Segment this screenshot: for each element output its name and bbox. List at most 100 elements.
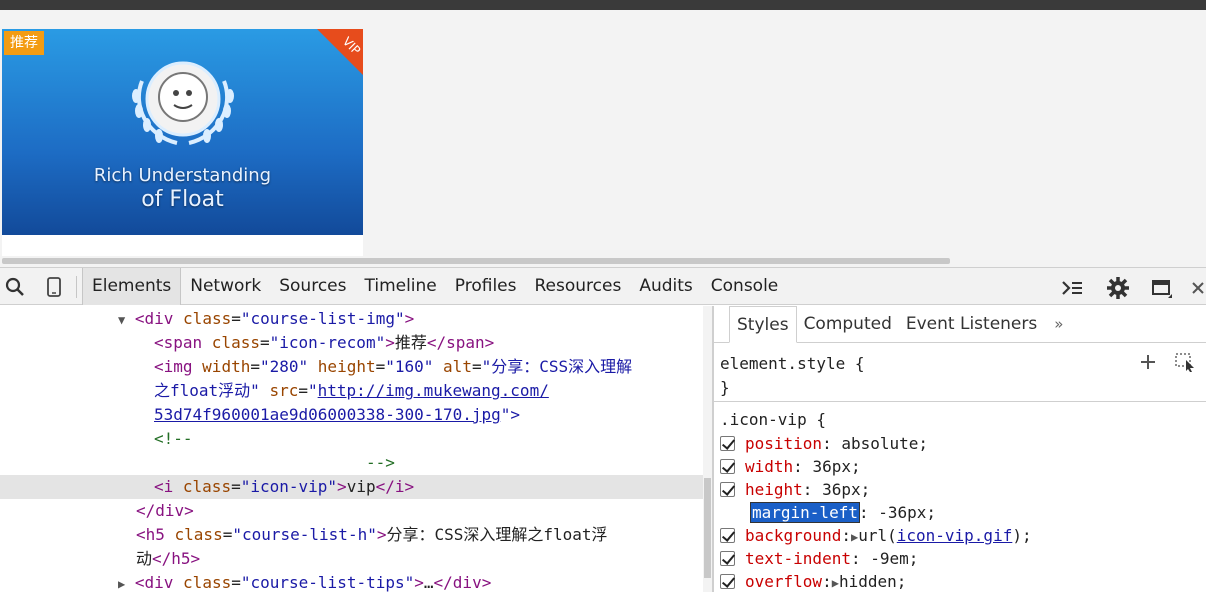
dock-side-icon[interactable] — [1150, 276, 1174, 300]
expand-shorthand-icon[interactable]: ▶ — [832, 576, 839, 590]
property-value[interactable]: 36px; — [803, 457, 860, 476]
show-drawer-icon[interactable] — [1060, 276, 1084, 300]
node-text: 动 — [136, 549, 153, 568]
dom-node-comment[interactable]: <!-- — [0, 427, 703, 451]
tab-profiles[interactable]: Profiles — [446, 268, 526, 305]
tab-network[interactable]: Network — [181, 268, 270, 305]
elements-vertical-scrollbar[interactable] — [703, 306, 712, 592]
tag-close: > — [414, 573, 424, 592]
attr-name: class — [211, 333, 260, 352]
css-property-row[interactable]: position: absolute; — [720, 432, 928, 455]
scrollbar-thumb[interactable] — [2, 258, 950, 264]
property-name[interactable]: overflow — [745, 572, 822, 591]
tag-close: > — [385, 333, 395, 352]
src-link[interactable]: http://img.mukewang.com/ — [318, 381, 549, 400]
attr-value: "280" — [259, 357, 309, 376]
dom-node-h5[interactable]: <h5 class="course-list-h">分享：CSS深入理解之flo… — [0, 523, 703, 547]
attr-name: alt — [443, 357, 472, 376]
devtools-tabs: Elements Network Sources Timeline Profil… — [82, 268, 787, 305]
expand-triangle-icon[interactable]: ▶ — [118, 577, 125, 591]
property-checkbox[interactable] — [720, 459, 735, 474]
device-mode-icon[interactable] — [43, 276, 65, 298]
property-checkbox[interactable] — [720, 482, 735, 497]
attr-value: "icon-recom" — [269, 333, 386, 352]
scrollbar-thumb[interactable] — [704, 478, 711, 578]
attr-eq: = — [231, 573, 241, 592]
property-value[interactable]: absolute; — [832, 434, 928, 453]
property-value[interactable]: 36px; — [812, 480, 870, 499]
attr-value: "分享：CSS深入理解 — [481, 357, 633, 376]
property-name[interactable]: height — [745, 480, 803, 499]
node-text: vip — [346, 477, 376, 496]
dom-node-comment-end: --> — [0, 451, 703, 475]
tab-resources[interactable]: Resources — [526, 268, 631, 305]
devtools-panel: Elements Network Sources Timeline Profil… — [0, 267, 1206, 592]
property-checkbox[interactable] — [720, 436, 735, 451]
page-horizontal-scrollbar[interactable] — [0, 257, 1206, 266]
dom-node-i-icon-vip[interactable]: <i class="icon-vip">vip</i> — [0, 475, 703, 499]
element-style-selector[interactable]: element.style { — [720, 352, 865, 375]
css-property-row[interactable]: overflow:▶hidden; — [720, 570, 906, 592]
css-property-row[interactable]: background:▶url(icon-vip.gif); — [720, 524, 1032, 547]
property-checkbox[interactable] — [720, 528, 735, 543]
property-value: ); — [1012, 526, 1032, 545]
property-checkbox[interactable] — [720, 551, 735, 566]
attr-value: "course-list-tips" — [240, 573, 415, 592]
attr-name: class — [174, 525, 223, 544]
dom-node-div-course-list-img[interactable]: ▼ <div class="course-list-img"> — [0, 307, 703, 331]
rule-selector[interactable]: .icon-vip { — [720, 408, 826, 431]
dom-node-img-cont2: 53d74f960001ae9d06000338-300-170.jpg"> — [0, 403, 703, 427]
attr-value: 之float浮动" — [154, 381, 260, 400]
property-value[interactable]: -36px; — [869, 503, 936, 522]
tab-computed[interactable]: Computed — [797, 306, 899, 342]
attr-name: src — [269, 381, 299, 400]
dom-node-img[interactable]: <img width="280" height="160" alt="分享：CS… — [0, 355, 703, 379]
tab-audits[interactable]: Audits — [630, 268, 701, 305]
css-property-row-editing[interactable]: margin-left: -36px; — [750, 501, 936, 524]
dom-node-span-icon-recom[interactable]: <span class="icon-recom">推荐</span> — [0, 331, 703, 355]
tag-open: <i — [154, 477, 183, 496]
close-icon[interactable] — [1190, 276, 1206, 300]
src-link[interactable]: 53d74f960001ae9d06000338-300-170.jpg — [154, 405, 501, 424]
dom-node-div-course-list-tips[interactable]: ▶ <div class="course-list-tips">…</div> — [0, 571, 703, 592]
property-name[interactable]: position — [745, 434, 822, 453]
new-style-rule-icon[interactable] — [1140, 354, 1156, 370]
gear-icon[interactable] — [1106, 276, 1130, 300]
url-link[interactable]: icon-vip.gif — [897, 526, 1013, 545]
attr-name: width — [202, 357, 251, 376]
attr-name: class — [183, 573, 232, 592]
tag-end: </span> — [426, 333, 495, 352]
tag-open: <div — [134, 573, 184, 592]
property-name[interactable]: text-indent — [745, 549, 851, 568]
tab-elements[interactable]: Elements — [82, 268, 182, 305]
attr-value: "> — [500, 405, 521, 424]
course-card[interactable]: Rich Understanding of Float 推荐 VIP — [2, 29, 363, 256]
css-property-row[interactable]: height: 36px; — [720, 478, 870, 501]
property-name-editing[interactable]: margin-left — [750, 502, 860, 523]
property-name[interactable]: width — [745, 457, 793, 476]
dom-node-div-close[interactable]: </div> — [0, 499, 703, 523]
course-thumbnail[interactable]: Rich Understanding of Float 推荐 VIP — [2, 29, 363, 235]
element-state-icon[interactable] — [1174, 352, 1198, 372]
vip-corner-badge: VIP — [317, 29, 363, 75]
more-tabs-button[interactable]: » — [1044, 306, 1070, 342]
property-value[interactable]: -9em; — [861, 549, 918, 568]
attr-eq: = — [222, 525, 233, 544]
property-value[interactable]: hidden; — [839, 572, 906, 591]
element-style-close: } — [720, 378, 730, 397]
tab-timeline[interactable]: Timeline — [355, 268, 445, 305]
tag-open: <span — [154, 333, 212, 352]
collapse-triangle-icon[interactable]: ▼ — [118, 313, 125, 327]
element-style-rule: element.style { } — [714, 344, 1206, 401]
css-property-row[interactable]: text-indent: -9em; — [720, 547, 918, 570]
styles-sidebar: Styles Computed Event Listeners » elemen… — [714, 306, 1206, 592]
tab-event-listeners[interactable]: Event Listeners — [899, 306, 1044, 342]
tab-styles[interactable]: Styles — [729, 306, 797, 343]
property-name[interactable]: background — [745, 526, 841, 545]
tag-open: <div — [134, 309, 184, 328]
css-property-row[interactable]: width: 36px; — [720, 455, 861, 478]
search-icon[interactable] — [4, 276, 26, 298]
property-checkbox[interactable] — [720, 574, 735, 589]
tab-sources[interactable]: Sources — [270, 268, 355, 305]
tab-console[interactable]: Console — [702, 268, 788, 305]
